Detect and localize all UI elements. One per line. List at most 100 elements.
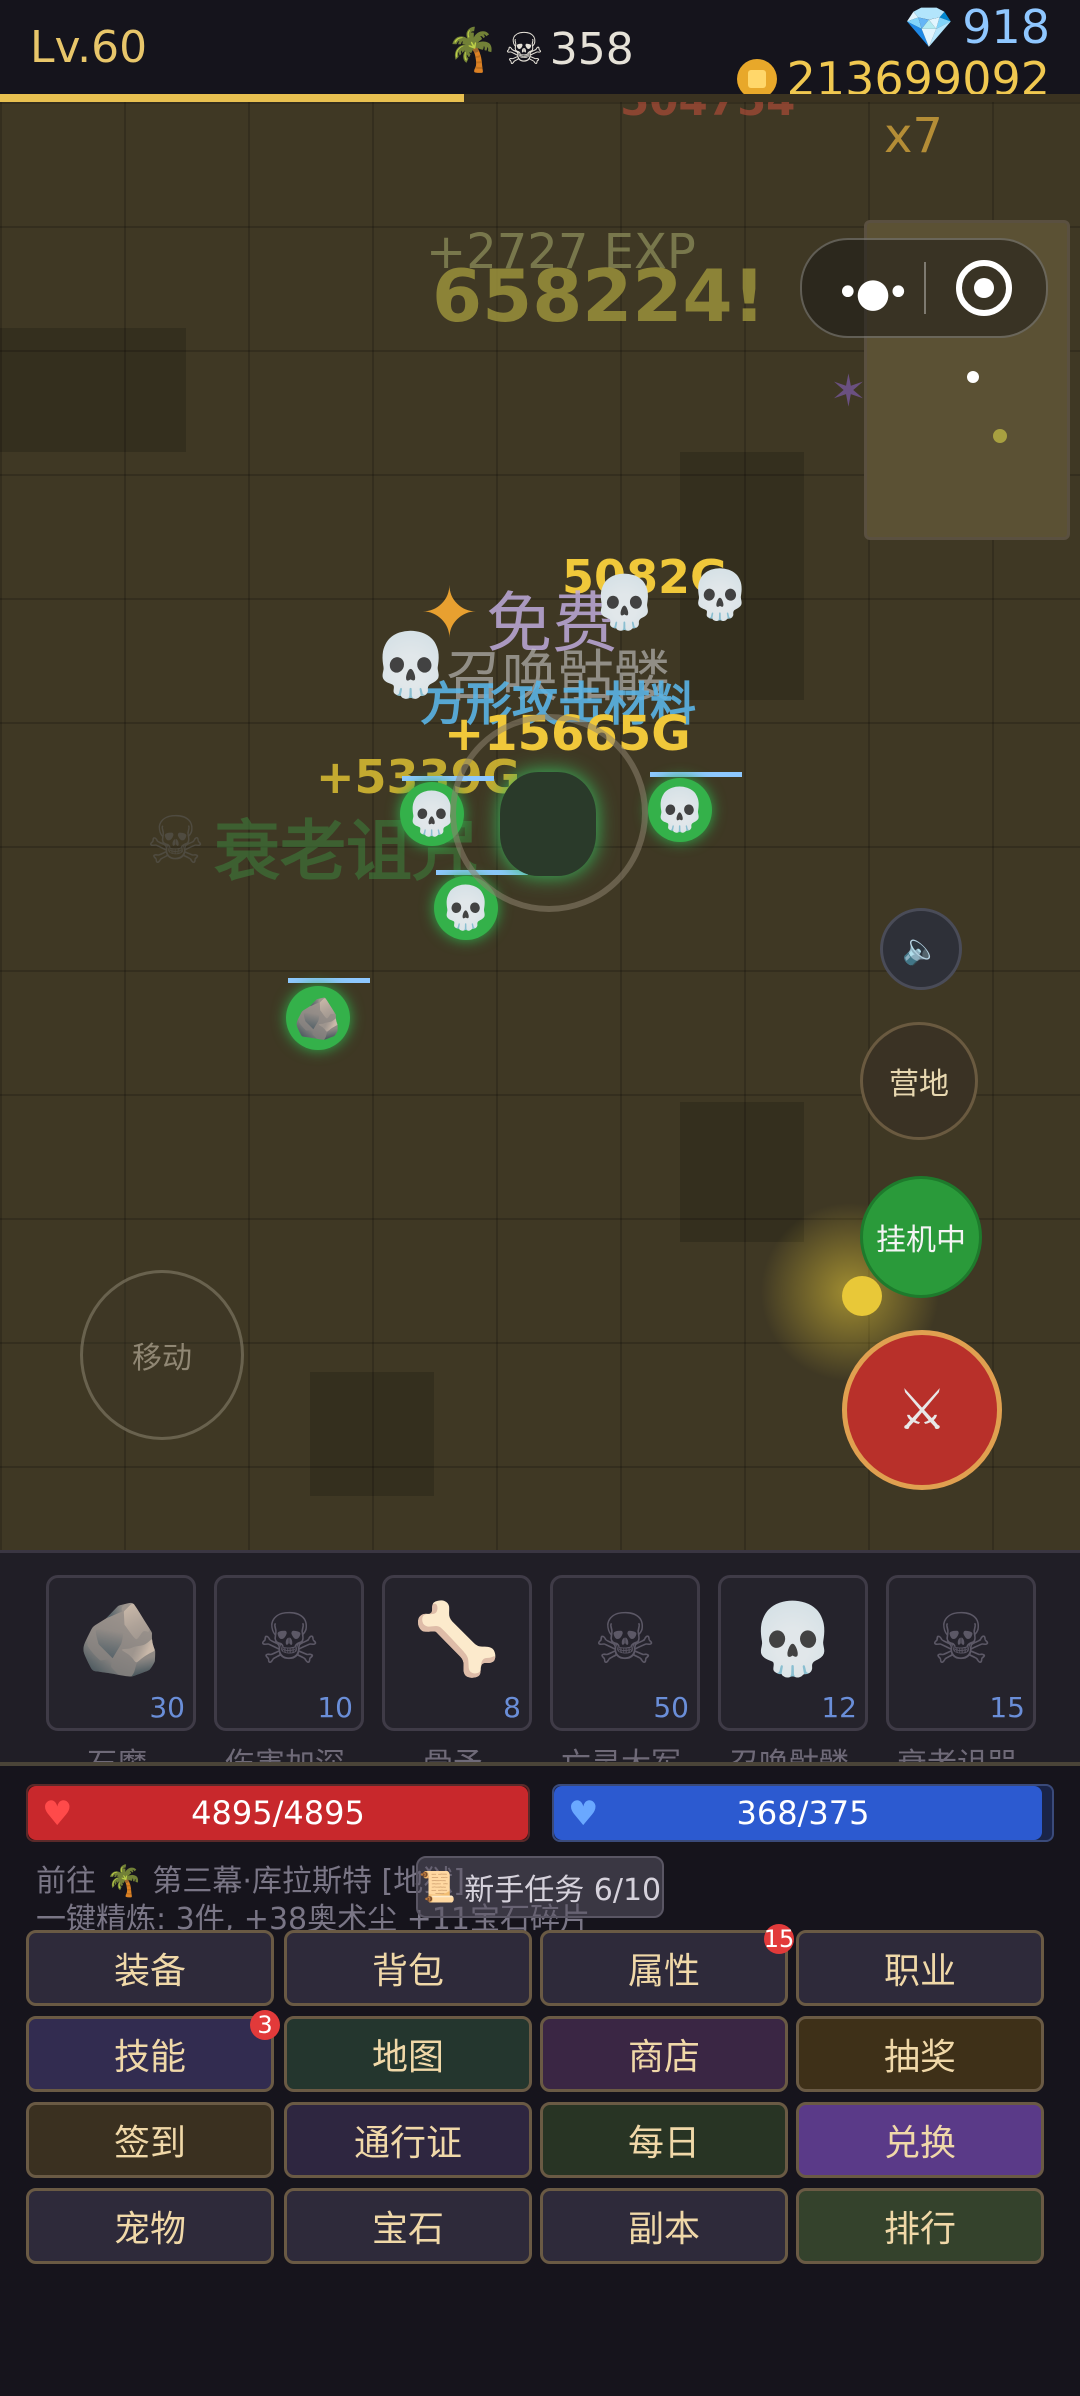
- skull-crossbones-icon: ☠: [504, 24, 544, 75]
- skull-crossbones-icon: ☠: [146, 802, 206, 879]
- battlefield[interactable]: 504754 +2727 EXP 658224! 5082G 免费 召唤骷髅 方…: [0, 102, 1080, 1550]
- miniprogram-capsule[interactable]: •●•: [800, 238, 1048, 338]
- skill-count: 15: [989, 1691, 1025, 1724]
- xp-bar-fill: [0, 94, 465, 102]
- skill-slot[interactable]: 💀 12: [718, 1575, 868, 1731]
- skill-bar: 🪨 30 石魔 ☠ 10 伤害加深 🦴 8 骨矛 ☠ 50 亡灵大军 💀 12 …: [0, 1550, 1080, 1765]
- damage-number: 504754: [620, 102, 795, 125]
- menu-label: 抽奖: [883, 2037, 956, 2078]
- stage-counter: 🌴 ☠ 358: [446, 24, 634, 75]
- menu-equipment-button[interactable]: 装备: [26, 1930, 274, 2006]
- move-joystick[interactable]: 移动: [80, 1270, 244, 1440]
- minimap-player-dot: [967, 371, 979, 383]
- floor-shadow-tile: [0, 328, 186, 452]
- skull-icon: 💀: [439, 883, 493, 932]
- menu-backpack-button[interactable]: 背包: [284, 1930, 532, 2006]
- camp-button[interactable]: 营地: [860, 1022, 978, 1140]
- skill-slot[interactable]: ☠ 15: [886, 1575, 1036, 1731]
- menu-label: 背包: [371, 1951, 444, 1992]
- menu-gem-button[interactable]: 宝石: [284, 2188, 532, 2264]
- menu-attributes-button[interactable]: 属性: [540, 1930, 788, 2006]
- menu-label: 宠物: [113, 2209, 186, 2250]
- speaker-icon: 🔈: [902, 931, 940, 967]
- menu-map-button[interactable]: 地图: [284, 2016, 532, 2092]
- menu-label: 签到: [113, 2123, 186, 2164]
- stone-golem-minion: 🪨: [286, 986, 350, 1050]
- attack-button[interactable]: ⚔: [842, 1330, 1002, 1490]
- more-icon[interactable]: •●•: [836, 270, 910, 316]
- enemy-hp-bar: [288, 978, 370, 983]
- crossed-swords-icon: ⚔: [896, 1377, 948, 1443]
- floor-shadow-tile: [680, 1102, 804, 1242]
- rock-icon: 🪨: [293, 995, 343, 1042]
- menu-label: 宝石: [371, 2209, 444, 2250]
- floor-shadow-tile: [310, 1372, 434, 1496]
- close-target-icon[interactable]: [956, 260, 1012, 316]
- gem-counter: 💎 918: [904, 0, 1050, 54]
- damage-number: 658224!: [432, 254, 766, 338]
- menu-label: 兑换: [883, 2123, 956, 2164]
- bone-icon: 🦴: [413, 1598, 501, 1680]
- kill-multiplier: x7: [884, 108, 943, 164]
- menu-class-button[interactable]: 职业: [796, 1930, 1044, 2006]
- skull-icon: 💀: [372, 628, 450, 701]
- menu-lottery-button[interactable]: 抽奖: [796, 2016, 1044, 2092]
- sound-toggle-button[interactable]: 🔈: [880, 908, 962, 990]
- menu-daily-button[interactable]: 每日: [540, 2102, 788, 2178]
- menu-label: 排行: [883, 2209, 956, 2250]
- menu-ranking-button[interactable]: 排行: [796, 2188, 1044, 2264]
- skull-crossbones-icon: ☠: [593, 1598, 657, 1680]
- menu-shop-button[interactable]: 商店: [540, 2016, 788, 2092]
- hp-value: 4895/4895: [191, 1794, 365, 1832]
- skeleton-minion: 💀: [648, 778, 712, 842]
- menu-label: 属性: [627, 1951, 700, 1992]
- menu-label: 地图: [371, 2037, 444, 2078]
- skill-count: 8: [503, 1691, 521, 1724]
- minimap-enemy-dot: [993, 429, 1007, 443]
- notification-badge: 3: [250, 2010, 280, 2040]
- gem-count: 918: [962, 0, 1050, 54]
- skull-icon: 💀: [690, 567, 750, 623]
- menu-label: 商店: [627, 2037, 700, 2078]
- auto-battle-button[interactable]: 挂机中: [860, 1176, 982, 1298]
- skill-slot[interactable]: ☠ 50: [550, 1575, 700, 1731]
- player-character: [500, 772, 596, 876]
- skill-slot[interactable]: ☠ 10: [214, 1575, 364, 1731]
- menu-skills-button[interactable]: 技能: [26, 2016, 274, 2092]
- enemy-hp-bar: [650, 772, 742, 777]
- skill-slot[interactable]: 🦴 8: [382, 1575, 532, 1731]
- xp-bar: [0, 94, 1080, 102]
- mp-value: 368/375: [736, 1794, 870, 1832]
- menu-exchange-button[interactable]: 兑换: [796, 2102, 1044, 2178]
- skill-count: 50: [653, 1691, 689, 1724]
- skill-slot[interactable]: 🪨 30: [46, 1575, 196, 1731]
- stage-count: 358: [549, 24, 634, 75]
- skill-count: 10: [317, 1691, 353, 1724]
- menu-label: 技能: [113, 2037, 186, 2078]
- rock-icon: 🪨: [77, 1598, 165, 1680]
- menu-pass-button[interactable]: 通行证: [284, 2102, 532, 2178]
- glow-orb: [842, 1276, 882, 1316]
- enemy-sprite: ✶: [830, 366, 867, 417]
- mana-heart-icon: ♥: [568, 1794, 599, 1834]
- quest-tracker[interactable]: 📜 新手任务 6/10: [416, 1856, 664, 1918]
- player-level: Lv.60: [30, 22, 148, 73]
- gold-coin-icon: [736, 59, 777, 99]
- close-target-dot: [974, 278, 994, 298]
- menu-label: 每日: [627, 2123, 700, 2164]
- heart-icon: ♥: [42, 1794, 73, 1834]
- quest-label: 新手任务 6/10: [464, 1873, 662, 1908]
- top-bar: Lv.60 🌴 ☠ 358 💎 918 213699092: [0, 0, 1080, 106]
- skull-icon: 💀: [592, 573, 657, 633]
- menu-pet-button[interactable]: 宠物: [26, 2188, 274, 2264]
- scroll-icon: 📜: [418, 1869, 457, 1905]
- skull-crossbones-icon: ☠: [929, 1598, 993, 1680]
- capsule-divider: [924, 262, 926, 314]
- menu-dungeon-button[interactable]: 副本: [540, 2188, 788, 2264]
- skull-icon: 💀: [749, 1598, 837, 1680]
- diamond-icon: 💎: [904, 4, 955, 51]
- menu-signin-button[interactable]: 签到: [26, 2102, 274, 2178]
- notification-badge: 15: [763, 1924, 795, 1954]
- menu-label: 副本: [627, 2209, 700, 2250]
- skill-count: 12: [821, 1691, 857, 1724]
